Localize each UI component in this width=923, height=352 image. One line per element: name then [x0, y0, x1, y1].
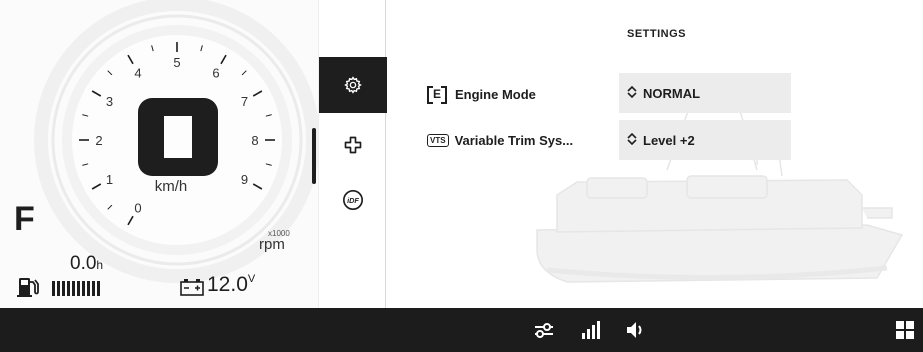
tick-label: 2	[95, 133, 102, 148]
plus-cross-icon	[344, 136, 362, 154]
vts-select[interactable]: Level +2	[619, 120, 791, 160]
battery-icon	[180, 279, 204, 296]
grid-menu-icon[interactable]	[894, 319, 916, 341]
up-down-chevron-icon	[627, 85, 637, 101]
idf-label: iDF	[347, 196, 359, 205]
tick-label: 1	[106, 172, 113, 187]
fuel-bar	[97, 281, 100, 296]
up-down-chevron-icon	[627, 132, 637, 148]
fuel-bar	[77, 281, 80, 296]
vts-icon: VTS	[427, 134, 449, 147]
voltage-value: 12.0	[207, 273, 248, 296]
speed-unit: km/h	[154, 178, 188, 195]
idf-icon: iDF	[343, 190, 363, 210]
gear-indicator: F	[14, 200, 35, 238]
tick-label: 8	[251, 133, 258, 148]
tick-label: 6	[212, 65, 219, 80]
fuel-bar	[67, 281, 70, 296]
vts-text: Variable Trim Sys...	[454, 133, 574, 148]
signal-bars-icon[interactable]	[580, 319, 602, 341]
tick-label: 4	[134, 65, 141, 80]
battery-voltage: 12.0V	[207, 273, 255, 297]
settings-title: SETTINGS	[627, 28, 687, 40]
fuel-pump-icon	[17, 278, 39, 297]
tick-label: 7	[241, 94, 248, 109]
fuel-level-bars	[52, 281, 100, 296]
side-scrollbar[interactable]	[312, 128, 316, 184]
volume-icon[interactable]	[625, 319, 647, 341]
gear-icon	[344, 76, 362, 94]
hours-value: 0.0	[70, 253, 97, 274]
speed-digit	[138, 98, 218, 176]
trim-sliders-icon[interactable]	[533, 319, 555, 341]
tick-label: 0	[134, 201, 141, 216]
settings-nav-button[interactable]	[319, 57, 387, 113]
voltage-unit: V	[247, 273, 256, 285]
vts-value: Level +2	[643, 132, 695, 148]
engine-hours: 0.0h	[70, 253, 103, 275]
fuel-bar	[72, 281, 75, 296]
gauge-panel: 0123456789 km/h x1000 rpm F 0.0h 12.0V	[0, 0, 318, 308]
engine-mode-icon: E	[427, 85, 447, 104]
bottom-bar	[0, 308, 923, 352]
engine-mode-value: NORMAL	[643, 85, 701, 101]
rpm-unit: rpm	[259, 236, 285, 253]
fuel-bar	[57, 281, 60, 296]
fuel-bar	[87, 281, 90, 296]
tick-label: 9	[241, 172, 248, 187]
engine-mode-text: Engine Mode	[455, 86, 536, 102]
tick-label: 3	[106, 94, 113, 109]
side-navigation: iDF	[318, 0, 387, 308]
maintenance-nav-button[interactable]	[319, 117, 387, 173]
hours-unit: h	[96, 258, 104, 272]
fuel-bar	[92, 281, 95, 296]
tick-label: 5	[173, 55, 180, 70]
vts-label: VTS Variable Trim Sys...	[427, 133, 573, 148]
engine-mode-label: E Engine Mode	[427, 85, 536, 104]
settings-panel: SETTINGS E Engine Mode NORMAL VTS Variab…	[387, 0, 923, 308]
fuel-bar	[62, 281, 65, 296]
idf-nav-button[interactable]: iDF	[319, 172, 387, 228]
fuel-bar	[52, 281, 55, 296]
engine-mode-select[interactable]: NORMAL	[619, 73, 791, 113]
fuel-bar	[82, 281, 85, 296]
